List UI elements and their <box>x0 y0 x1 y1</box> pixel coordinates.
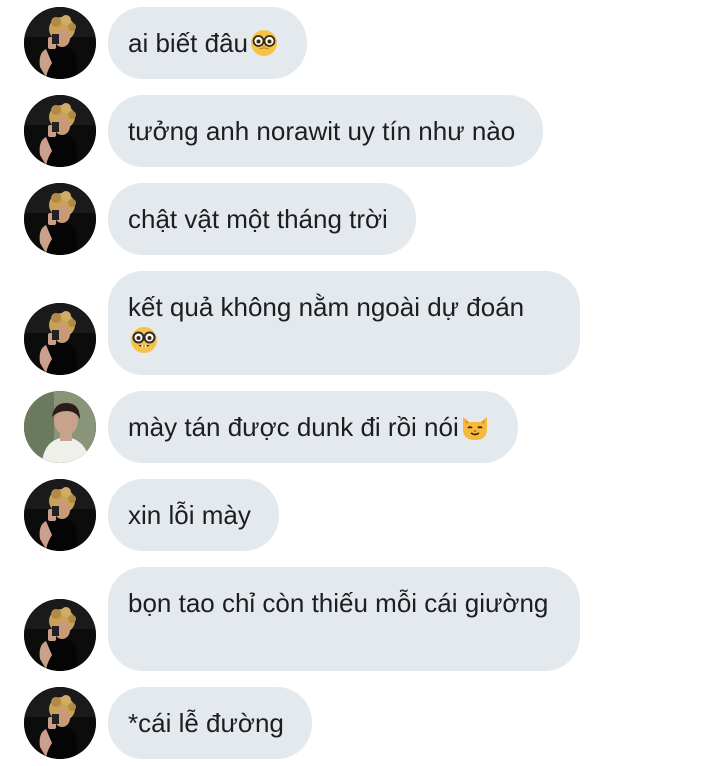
message-text: chật vật một tháng trời <box>128 204 388 234</box>
message-bubble[interactable]: *cái lễ đường <box>108 687 312 759</box>
message-bubble[interactable]: bọn tao chỉ còn thiếu mỗi cái giường <box>108 567 580 671</box>
avatar[interactable] <box>24 183 96 255</box>
message-bubble[interactable]: ai biết đâu <box>108 7 307 79</box>
message-row: kết quả không nằm ngoài dự đoán <box>0 271 720 375</box>
message-bubble[interactable]: xin lỗi mày <box>108 479 279 551</box>
avatar[interactable] <box>24 7 96 79</box>
message-text: kết quả không nằm ngoài dự đoán <box>128 292 525 322</box>
message-row: mày tán được dunk đi rồi nói <box>0 391 720 463</box>
message-text: mày tán được dunk đi rồi nói <box>128 412 459 442</box>
avatar[interactable] <box>24 303 96 375</box>
message-row: xin lỗi mày <box>0 479 720 551</box>
cat-face-emoji <box>460 412 490 449</box>
message-text: ai biết đâu <box>128 28 248 58</box>
avatar[interactable] <box>24 599 96 671</box>
message-row: chật vật một tháng trời <box>0 183 720 255</box>
message-bubble[interactable]: chật vật một tháng trời <box>108 183 416 255</box>
message-row: bọn tao chỉ còn thiếu mỗi cái giường <box>0 567 720 671</box>
avatar[interactable] <box>24 687 96 759</box>
disguised-face-emoji <box>249 28 279 65</box>
message-bubble[interactable]: tưởng anh norawit uy tín như nào <box>108 95 544 167</box>
message-row: tưởng anh norawit uy tín như nào <box>0 95 720 167</box>
message-row: *cái lễ đường <box>0 687 720 759</box>
message-bubble[interactable]: kết quả không nằm ngoài dự đoán <box>108 271 580 375</box>
avatar[interactable] <box>24 391 96 463</box>
message-text: *cái lễ đường <box>128 708 284 738</box>
message-bubble[interactable]: mày tán được dunk đi rồi nói <box>108 391 518 463</box>
avatar[interactable] <box>24 95 96 167</box>
avatar[interactable] <box>24 479 96 551</box>
message-text: tưởng anh norawit uy tín như nào <box>128 116 516 146</box>
message-text: xin lỗi mày <box>128 500 251 530</box>
message-text: bọn tao chỉ còn thiếu mỗi cái giường <box>128 588 549 618</box>
nerd-face-emoji <box>129 325 552 362</box>
message-row: ai biết đâu <box>0 7 720 79</box>
chat-thread: ai biết đâu tưởng anh norawit uy tín như… <box>0 0 720 766</box>
